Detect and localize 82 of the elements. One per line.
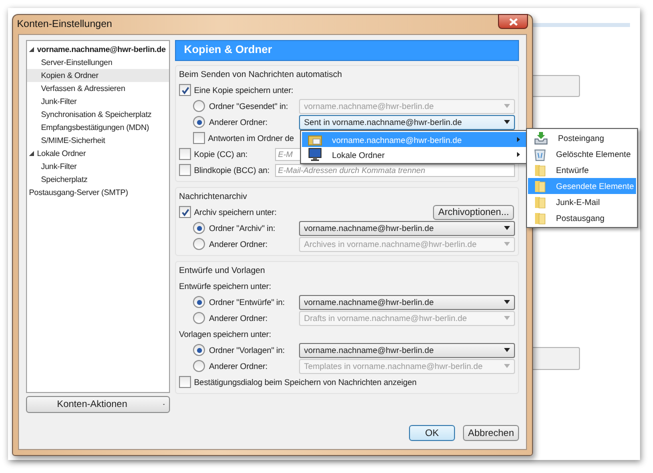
folder-dropdown[interactable]: vorname.nachname@hwr-berlin.de (299, 220, 515, 236)
address-field[interactable]: E-Mail-Adressen durch Kommata trennen (275, 164, 515, 176)
radio-label: Anderer Ordner: (209, 361, 268, 371)
checkbox-label: Kopie (CC) an: (194, 149, 248, 159)
checkbox[interactable] (179, 376, 191, 388)
tree-item[interactable]: Kopien & Ordner (27, 69, 169, 82)
submenu-arrow-icon (517, 137, 520, 142)
tree-item[interactable]: Empfangsbestätigungen (MDN) (27, 121, 169, 134)
dropdown-arrow-icon (504, 226, 510, 230)
checkbox[interactable] (179, 148, 191, 160)
trash-icon (534, 148, 546, 160)
menu-item[interactable]: Entwürfe (528, 162, 636, 178)
dropdown-arrow-icon (504, 300, 510, 304)
dropdown-arrow-icon (504, 348, 510, 352)
checkbox[interactable] (179, 84, 191, 96)
folder-dropdown[interactable]: Sent in vorname.nachname@hwr-berlin.de (299, 114, 515, 130)
folder-dropdown[interactable]: vorname.nachname@hwr-berlin.de (299, 294, 515, 310)
menu-item[interactable]: Junk-E-Mail (528, 194, 636, 210)
checkbox[interactable] (193, 132, 205, 144)
group-title: Nachrichtenarchiv (179, 190, 248, 203)
computer-icon (308, 148, 322, 161)
dropdown-arrow-icon (504, 316, 510, 320)
radio-label: Ordner "Vorlagen" in: (209, 345, 285, 355)
checkbox-label: Blindkopie (BCC) an: (194, 165, 270, 175)
menu-item[interactable]: Gelöschte Elemente (528, 146, 636, 162)
tree-item[interactable]: vorname.nachname@hwr-berlin.de (27, 43, 169, 56)
dropdown-arrow-icon (504, 120, 510, 124)
subheading: Vorlagen speichern unter: (179, 329, 272, 339)
tree-item[interactable]: Verfassen & Adressieren (27, 82, 169, 95)
radio-button[interactable] (193, 360, 205, 372)
checkbox-label: Eine Kopie speichern unter: (194, 85, 294, 95)
folder-icon (534, 196, 546, 208)
dropdown-arrow-icon (504, 364, 510, 368)
archive-options-button[interactable]: Archivoptionen... (433, 204, 514, 220)
radio-button[interactable] (193, 296, 205, 308)
radio-button[interactable] (193, 222, 205, 234)
account-actions-button[interactable]: Konten-Aktionen (26, 396, 170, 413)
group-title: Beim Senden von Nachrichten automatisch (179, 68, 344, 81)
radio-label: Anderer Ordner: (209, 117, 268, 127)
tree-item[interactable]: Speicherplatz (27, 173, 169, 186)
close-icon (508, 18, 518, 26)
checkbox-label: Archiv speichern unter: (194, 207, 277, 217)
radio-label: Anderer Ordner: (209, 239, 268, 249)
radio-label: Anderer Ordner: (209, 313, 268, 323)
dropdown-arrow-icon (504, 242, 510, 246)
radio-label: Ordner "Archiv" in: (209, 223, 276, 233)
close-button[interactable] (498, 14, 528, 29)
tree-item[interactable]: Synchronisation & Speicherplatz (27, 108, 169, 121)
page-header: Kopien & Ordner (175, 40, 519, 61)
window-title: Konten-Einstellungen (17, 19, 112, 30)
group-title: Entwürfe und Vorlagen (179, 264, 266, 277)
tree-item[interactable]: S/MIME-Sicherheit (27, 134, 169, 147)
checkbox[interactable] (179, 164, 191, 176)
radio-label: Ordner "Gesendet" in: (209, 101, 288, 111)
tree-item[interactable]: Lokale Ordner (27, 147, 169, 160)
folder-icon (534, 212, 546, 224)
radio-button[interactable] (193, 344, 205, 356)
dropdown-arrow-icon (504, 104, 510, 108)
menu-item[interactable]: Postausgang (528, 210, 636, 226)
radio-label: Ordner "Entwürfe" in: (209, 297, 285, 307)
submenu-arrow-icon (517, 152, 520, 157)
menu-item[interactable]: Posteingang (528, 130, 636, 146)
folder-icon (534, 180, 546, 192)
tree-item[interactable]: Junk-Filter (27, 160, 169, 173)
mail-folder-icon (308, 134, 322, 146)
tree-item[interactable]: Server-Einstellungen (27, 56, 169, 69)
subheading: Entwürfe speichern unter: (179, 281, 272, 291)
dialog-button[interactable]: Abbrechen (463, 425, 519, 441)
inbox-icon (534, 132, 548, 144)
tree-item[interactable]: Postausgang-Server (SMTP) (27, 186, 169, 199)
tree-item[interactable]: Junk-Filter (27, 95, 169, 108)
radio-button[interactable] (193, 312, 205, 324)
checkbox-label: Bestätigungsdialog beim Speichern von Nachrichten anzeigen (194, 377, 417, 387)
checkbox[interactable] (179, 206, 191, 218)
checkbox-label: Antworten im Ordner de (208, 133, 294, 143)
menu-item[interactable]: Lokale Ordner (302, 147, 526, 162)
folder-dropdown[interactable]: vorname.nachname@hwr-berlin.de (299, 342, 515, 358)
radio-button[interactable] (193, 100, 205, 112)
radio-button[interactable] (193, 116, 205, 128)
folder-icon (534, 164, 546, 176)
dialog-button[interactable]: OK (409, 425, 456, 441)
radio-button[interactable] (193, 238, 205, 250)
